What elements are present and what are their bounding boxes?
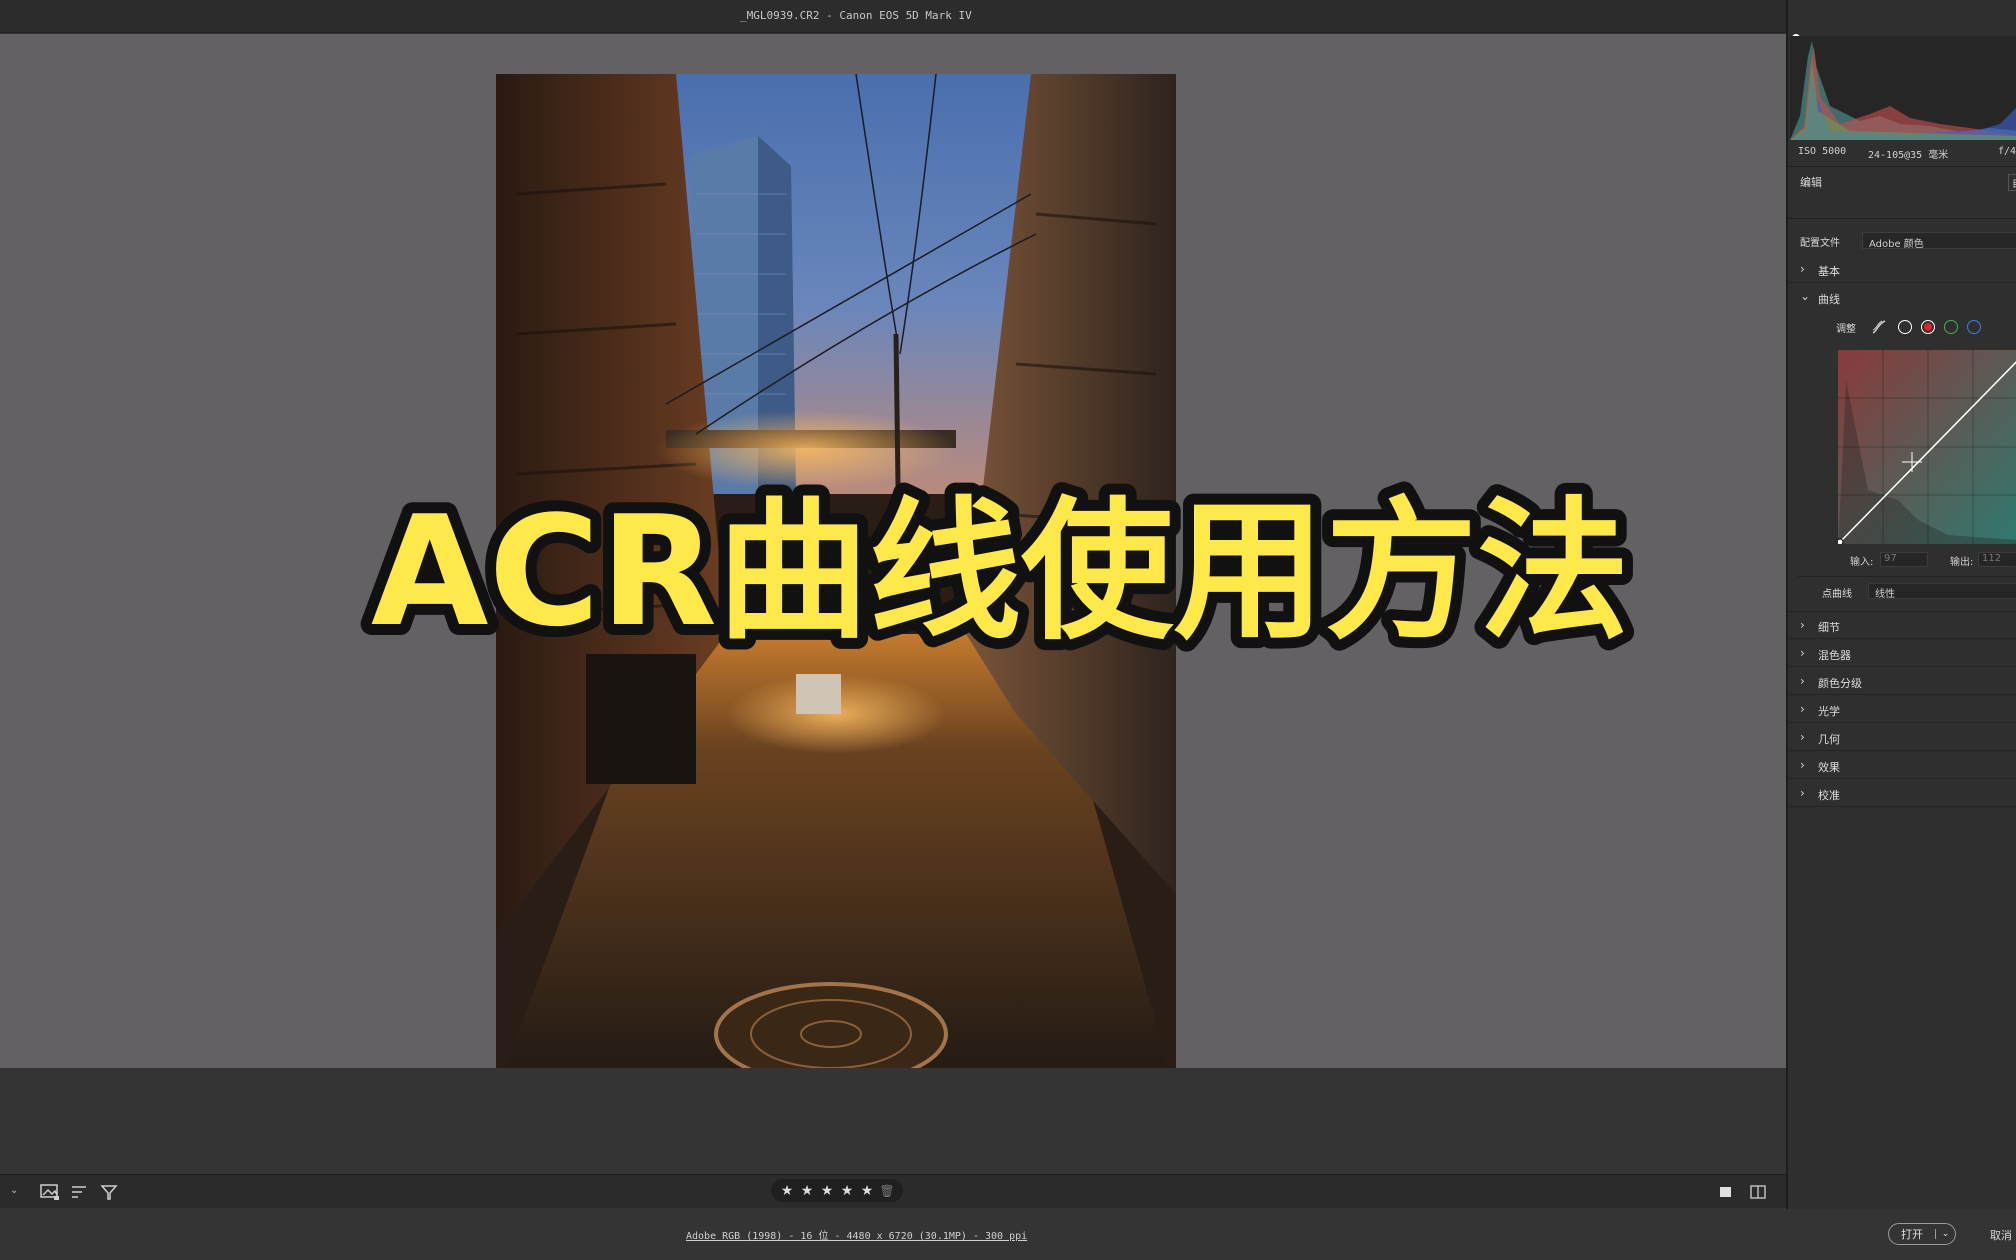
section-label: 基本 <box>1818 265 1840 278</box>
section-effects[interactable]: › 效果 <box>1788 752 2016 779</box>
input-label: 输入: <box>1850 557 1874 568</box>
section-label: 颜色分级 <box>1818 677 1862 690</box>
section-color-grading[interactable]: › 颜色分级 <box>1788 668 2016 695</box>
title-bar: _MGL0939.CR2 - Canon EOS 5D Mark IV <box>0 0 1786 33</box>
image-info-link[interactable]: Adobe RGB (1998) - 16 位 - 4480 x 6720 (3… <box>686 1227 1027 1242</box>
star-icon[interactable]: ★ <box>859 1183 875 1199</box>
section-label: 几何 <box>1818 733 1840 746</box>
trash-icon[interactable]: 🗑 <box>879 1184 895 1198</box>
preview-canvas[interactable]: ACR曲线使用方法 <box>0 34 1786 1094</box>
open-button[interactable]: 打开 ⌄ <box>1888 1223 1956 1245</box>
chevron-right-icon: › <box>1800 618 1805 632</box>
chevron-down-icon[interactable]: ⌄ <box>1935 1229 1955 1239</box>
histogram-meta: ISO 5000 24-105@35 毫米 f/4 <box>1798 146 2016 161</box>
chevron-right-icon: › <box>1800 646 1805 660</box>
star-icon[interactable]: ★ <box>799 1183 815 1199</box>
filter-icon[interactable] <box>100 1183 120 1201</box>
collapse-chevron-icon[interactable]: ⌄ <box>10 1185 22 1203</box>
aperture-value: f/4 <box>1998 146 2016 157</box>
profile-value: Adobe 颜色 <box>1869 239 1924 250</box>
blue-channel-button[interactable] <box>1967 320 1981 334</box>
red-channel-button[interactable] <box>1921 320 1935 334</box>
point-curve-dropdown[interactable]: 线性 <box>1868 583 2016 600</box>
point-curve-label: 点曲线 <box>1822 589 1852 600</box>
curve-graph[interactable] <box>1836 350 2016 546</box>
chevron-right-icon: › <box>1800 702 1805 716</box>
rating-control[interactable]: ★ ★ ★ ★ ★ 🗑 <box>771 1179 903 1202</box>
chevron-right-icon: › <box>1800 730 1805 744</box>
section-optics[interactable]: › 光学 <box>1788 696 2016 723</box>
white-channel-button[interactable] <box>1898 320 1912 334</box>
filmstrip-area <box>0 1068 1786 1174</box>
star-icon[interactable]: ★ <box>819 1183 835 1199</box>
point-curve-value: 线性 <box>1875 589 1895 600</box>
section-label: 细节 <box>1818 621 1840 634</box>
window-title: _MGL0939.CR2 - Canon EOS 5D Mark IV <box>740 9 972 22</box>
overlay-heading-graphic: ACR曲线使用方法 <box>360 472 1640 671</box>
parametric-curve-icon[interactable] <box>1870 318 1888 336</box>
chevron-right-icon: › <box>1800 262 1805 276</box>
section-mixer[interactable]: › 混色器 <box>1788 640 2016 667</box>
right-panel: ISO 5000 24-105@35 毫米 f/4 编辑 自 配置文件 Adob… <box>1786 0 2016 1209</box>
section-geometry[interactable]: › 几何 <box>1788 724 2016 751</box>
status-bar: Adobe RGB (1998) - 16 位 - 4480 x 6720 (3… <box>0 1209 2016 1260</box>
auto-button[interactable]: 自 <box>2008 174 2016 191</box>
cancel-button[interactable]: 取消 <box>1990 1227 2012 1243</box>
image-sort-icon[interactable] <box>40 1183 60 1201</box>
section-label: 效果 <box>1818 761 1840 774</box>
curve-adjust-label: 调整 <box>1836 324 1856 335</box>
iso-value: ISO 5000 <box>1798 146 1847 157</box>
single-view-icon[interactable] <box>1716 1183 1736 1201</box>
histogram <box>1790 36 2016 140</box>
overlay-heading: ACR曲线使用方法 <box>371 483 1629 660</box>
section-curve[interactable]: ⌄ 曲线 <box>1788 284 2016 311</box>
star-icon[interactable]: ★ <box>839 1183 855 1199</box>
input-field[interactable]: 97 <box>1880 552 1928 567</box>
section-label: 光学 <box>1818 705 1840 718</box>
star-icon[interactable]: ★ <box>779 1183 795 1199</box>
section-label: 混色器 <box>1818 649 1851 662</box>
output-field[interactable]: 112 <box>1978 552 2016 567</box>
open-button-label: 打开 <box>1901 1228 1923 1241</box>
bottom-toolbar: ⌄ ★ ★ ★ ★ ★ 🗑 <box>0 1174 1786 1208</box>
section-calibration[interactable]: › 校准 <box>1788 780 2016 807</box>
chevron-right-icon: › <box>1800 786 1805 800</box>
compare-view-icon[interactable] <box>1748 1183 1768 1201</box>
chevron-right-icon: › <box>1800 758 1805 772</box>
chevron-down-icon: ⌄ <box>1800 289 1811 303</box>
sort-lines-icon[interactable] <box>70 1183 90 1201</box>
profile-dropdown[interactable]: Adobe 颜色 <box>1862 232 2016 250</box>
section-label: 曲线 <box>1818 293 1840 306</box>
lens-value: 24-105@35 毫米 <box>1868 150 1949 161</box>
green-channel-button[interactable] <box>1944 320 1958 334</box>
profile-label: 配置文件 <box>1800 238 1840 249</box>
section-basic[interactable]: › 基本 <box>1788 256 2016 283</box>
edit-heading: 编辑 <box>1800 176 1822 189</box>
chevron-right-icon: › <box>1800 674 1805 688</box>
histogram-graph <box>1790 41 2016 140</box>
section-label: 校准 <box>1818 789 1840 802</box>
output-label: 输出: <box>1950 557 1974 568</box>
section-detail[interactable]: › 细节 <box>1788 612 2016 639</box>
